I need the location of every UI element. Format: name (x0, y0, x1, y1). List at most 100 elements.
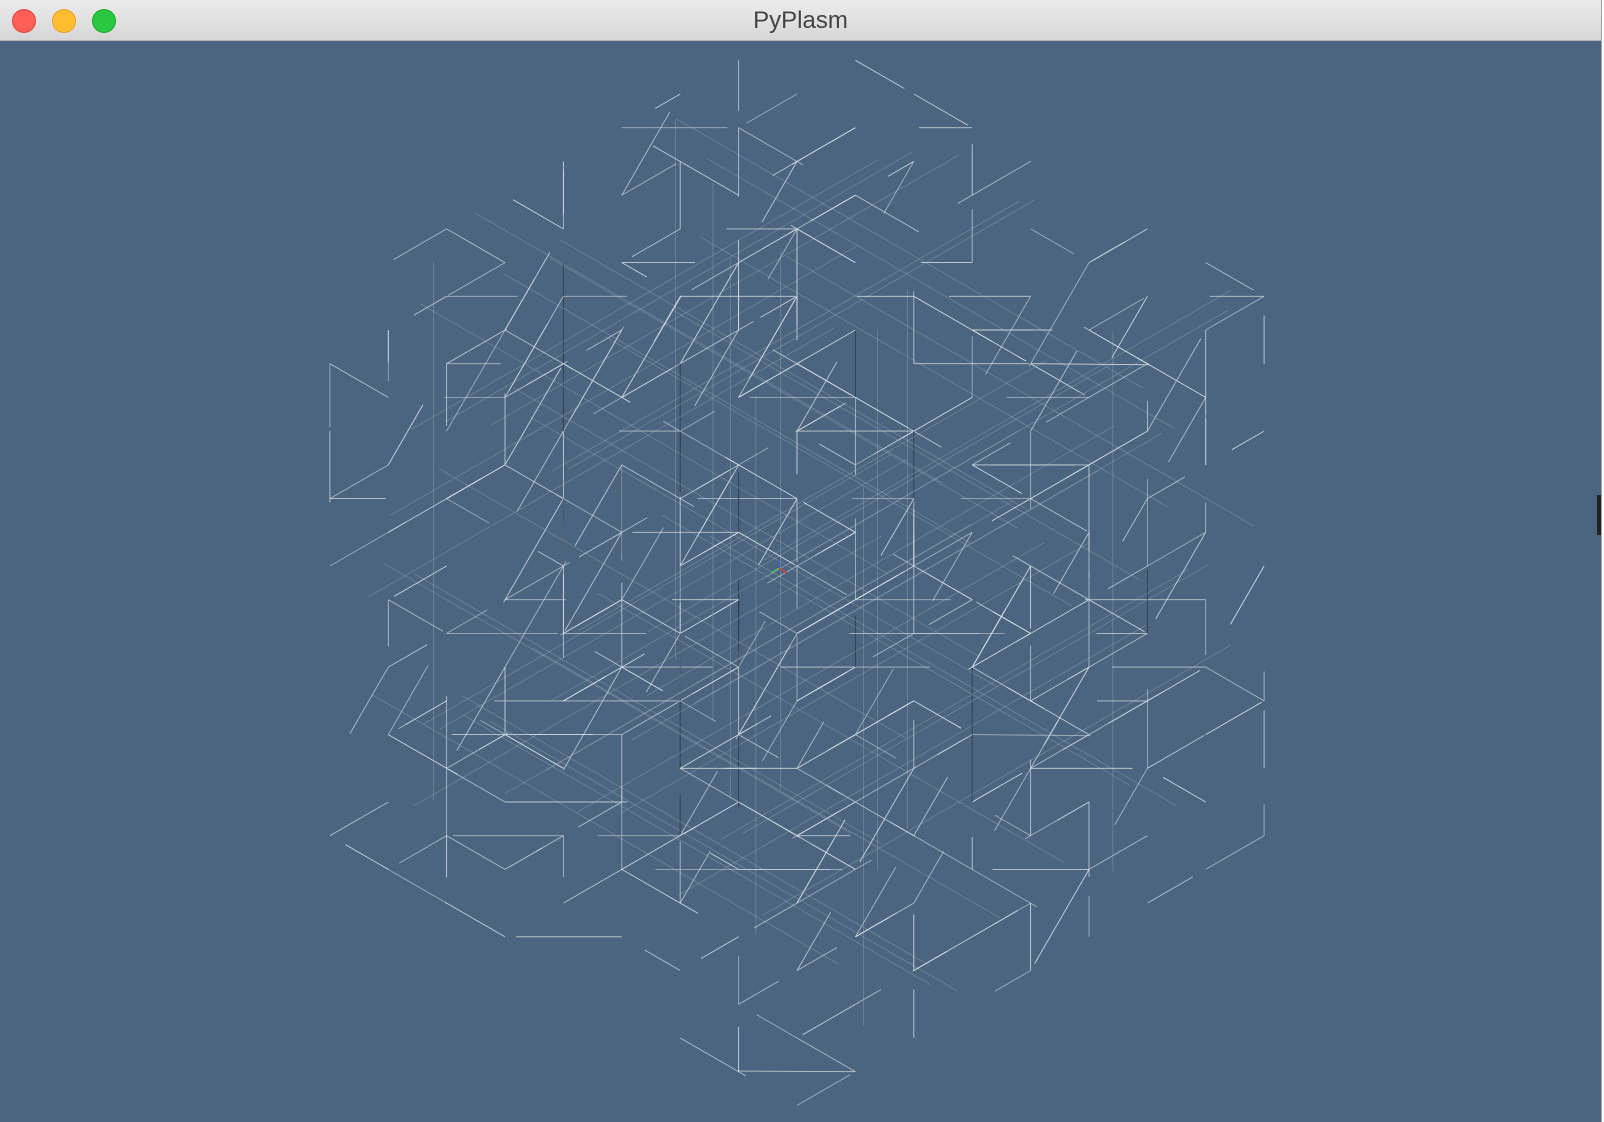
wire-segment (708, 535, 1177, 806)
wire-segment (746, 93, 798, 124)
wire-segment (796, 811, 840, 837)
wire-segment (1087, 835, 1148, 871)
wire-segment (767, 228, 798, 280)
wire-segment (796, 1037, 856, 1072)
wire-segment (738, 734, 779, 759)
wire-segment (1147, 735, 1205, 769)
wire-segment (446, 609, 488, 634)
wire-segment (913, 851, 945, 904)
axis-line (778, 567, 788, 574)
wire-segment (679, 700, 717, 722)
wire-segment (760, 295, 798, 318)
wire-segment (759, 611, 798, 634)
wire-segment (1114, 768, 1148, 826)
wire-segment (1147, 876, 1194, 904)
wire-segment (1034, 869, 1090, 964)
wire-segment (1088, 297, 1145, 331)
wire-segment (1205, 701, 1262, 735)
wire-segment (679, 614, 713, 634)
wire-segment (763, 290, 1231, 561)
wire-segment (456, 666, 506, 751)
wire-segment (329, 363, 389, 398)
wire-segment (679, 771, 718, 836)
wire-segment (563, 363, 631, 403)
wire-segment (578, 360, 1046, 631)
wire-segment (913, 295, 993, 343)
wire-segment (913, 950, 948, 971)
wire-segment (737, 1070, 856, 1073)
wire-segment (773, 822, 856, 870)
wire-segment (855, 397, 909, 429)
wire-segment (447, 768, 506, 803)
wire-segment (971, 608, 1007, 668)
wire-segment (1006, 686, 1090, 735)
wire-segment (383, 563, 851, 834)
wire-segment (621, 163, 677, 196)
wire-segment (1030, 720, 1059, 769)
wire-segment (1053, 532, 1090, 594)
wire-segment (928, 599, 973, 626)
wire-segment (438, 468, 907, 739)
wire-segment (516, 430, 564, 512)
wire-segment (855, 989, 882, 1005)
wire-segment (423, 454, 891, 725)
wire-segment (621, 527, 664, 600)
wire-segment (503, 273, 972, 544)
wire-segment (1155, 532, 1207, 620)
wire-segment (738, 980, 780, 1005)
wire-segment (971, 464, 1022, 494)
wire-segment (761, 161, 798, 223)
wire-segment (679, 321, 754, 365)
wire-segment (738, 229, 795, 263)
wire-segment (1030, 228, 1075, 255)
wire-segment (463, 714, 931, 985)
wire-segment (1030, 734, 1089, 769)
wire-segment (796, 721, 825, 769)
wire-segment (646, 425, 1115, 696)
title-bar[interactable]: PyPlasm (0, 0, 1601, 41)
wire-segment (1088, 329, 1146, 364)
wire-segment (691, 666, 739, 695)
wire-segment (446, 328, 507, 365)
wire-segment (410, 159, 879, 430)
wire-segment (577, 801, 623, 828)
3d-viewport[interactable] (0, 41, 1602, 1122)
wire-segment (444, 901, 506, 938)
wire-segment (413, 295, 447, 316)
wire-segment (446, 732, 509, 769)
pyplasm-window: PyPlasm (0, 0, 1602, 1122)
wire-segment (971, 910, 1018, 938)
wire-segment (508, 296, 564, 392)
wire-segment (631, 469, 1100, 741)
wire-segment (555, 493, 623, 533)
wire-segment (388, 492, 458, 533)
wire-segment (678, 625, 1146, 896)
wire-segment (753, 902, 798, 929)
wire-segment (545, 500, 1013, 772)
wire-segment (503, 498, 564, 603)
wire-segment (1030, 363, 1150, 366)
wire-segment (1088, 599, 1145, 633)
wire-segment (976, 601, 1031, 634)
wire-segment (683, 801, 739, 835)
wireframe-cube-render[interactable] (0, 41, 1602, 1122)
wire-segment (796, 947, 838, 971)
wire-segment (491, 154, 960, 425)
wire-segment (994, 768, 1031, 832)
wire-segment (1088, 362, 1149, 398)
wire-segment (787, 194, 856, 235)
wire-segment (388, 599, 444, 632)
wire-segment (504, 252, 551, 331)
wire-segment (796, 671, 848, 702)
wire-segment (387, 665, 429, 735)
window-edge-marker (1597, 495, 1601, 535)
wire-segment (707, 158, 1175, 429)
wire-segment (883, 161, 915, 214)
wire-segment (855, 59, 905, 89)
wire-segment (1030, 476, 1070, 499)
wire-segment (1088, 691, 1164, 735)
wire-segment (388, 734, 459, 776)
wire-segment (822, 531, 856, 552)
wire-segment (913, 93, 969, 126)
wire-segment (405, 700, 447, 726)
